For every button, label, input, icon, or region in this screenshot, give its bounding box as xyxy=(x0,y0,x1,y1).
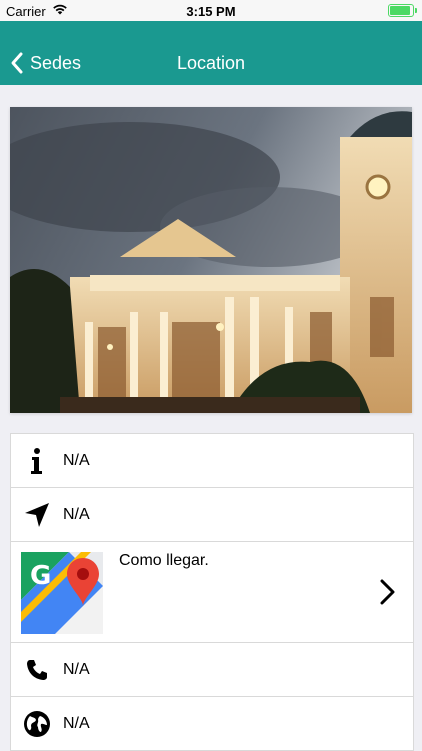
navigation-bar: Sedes Location xyxy=(0,21,422,85)
address-value: N/A xyxy=(63,505,90,523)
location-details-list: N/A N/A G Como llegar. N/A N/A xyxy=(10,433,414,751)
address-row: N/A xyxy=(11,488,413,542)
status-bar: Carrier 3:15 PM xyxy=(0,0,422,21)
battery-icon xyxy=(388,4,417,17)
globe-icon xyxy=(11,710,63,738)
chevron-right-icon xyxy=(380,579,395,605)
website-value: N/A xyxy=(63,714,90,732)
google-maps-icon: G xyxy=(21,552,103,634)
location-photo xyxy=(10,107,412,413)
page-title: Location xyxy=(176,53,246,73)
status-time: 3:15 PM xyxy=(186,4,236,19)
directions-row[interactable]: G Como llegar. xyxy=(11,542,413,643)
info-value: N/A xyxy=(63,451,90,469)
svg-text:G: G xyxy=(30,561,51,591)
info-icon xyxy=(11,447,63,474)
website-row[interactable]: N/A xyxy=(11,697,413,750)
phone-value: N/A xyxy=(63,660,90,678)
phone-icon xyxy=(11,658,63,682)
navigation-arrow-icon xyxy=(11,502,63,528)
info-row: N/A xyxy=(11,434,413,488)
directions-label: Como llegar. xyxy=(119,552,209,569)
phone-row[interactable]: N/A xyxy=(11,643,413,697)
